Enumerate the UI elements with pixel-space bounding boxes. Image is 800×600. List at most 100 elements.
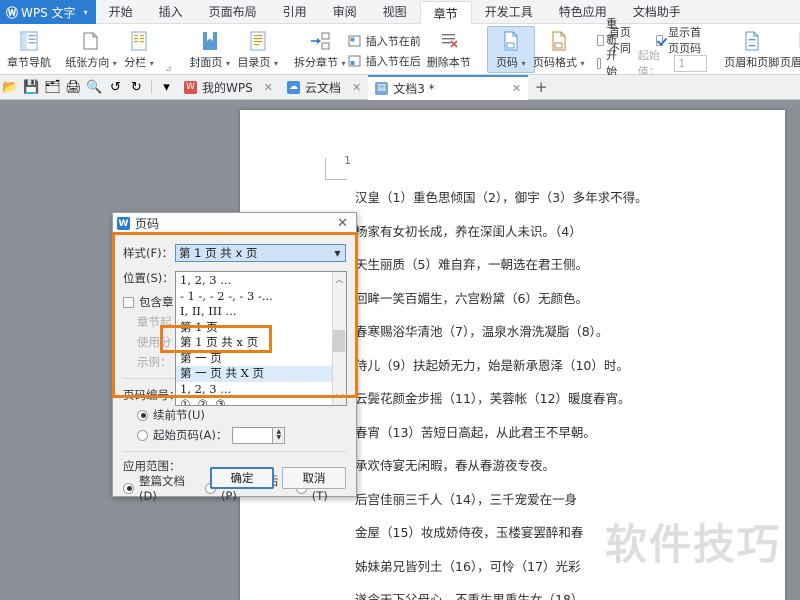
restart-numbering-checkbox[interactable]: 重新开始编号 xyxy=(593,17,628,110)
ribbon-tab-1[interactable]: 插入 xyxy=(146,0,196,24)
save-cloud-icon[interactable]: 🗂 xyxy=(42,75,63,100)
document-paragraph: 杨家有女初长成，养在深闺人未识。（4） xyxy=(355,223,582,239)
section-insert-column: 插入节在前 插入节在后 xyxy=(344,26,425,73)
scrollbar-thumb[interactable] xyxy=(333,330,345,352)
ribbon-tab-4[interactable]: 审阅 xyxy=(320,0,370,24)
chevron-down-icon[interactable]: ▾ xyxy=(521,59,525,68)
cover-page-button[interactable]: 封面页 ▾ xyxy=(186,26,234,73)
page-number-icon xyxy=(500,30,522,52)
start-page-radio[interactable]: 起始页码(A)： ▲ ▼ xyxy=(123,425,346,445)
ribbon-tab-2[interactable]: 页面布局 xyxy=(196,0,270,24)
chevron-down-icon[interactable]: ▾ xyxy=(580,59,584,68)
header-footer-button[interactable]: 页眉和页脚 xyxy=(724,26,779,73)
style-label: 样式(F)： xyxy=(123,246,174,260)
print-icon[interactable]: 🖨 xyxy=(63,75,84,100)
dropdown-option-1[interactable]: - 1 -, - 2 -, - 3 -... xyxy=(176,289,332,305)
scope-radio-0[interactable]: 整篇文档(D) xyxy=(123,474,196,503)
continue-previous-radio[interactable]: 续前节(U) xyxy=(123,405,346,425)
ok-button[interactable]: 确定 xyxy=(210,467,274,489)
save-icon[interactable]: 💾 xyxy=(21,75,42,100)
dropdown-option-8[interactable]: ①, ②, ③ ... xyxy=(176,397,332,405)
chevron-down-icon[interactable]: ▾ xyxy=(226,59,230,68)
document-paragraph: 侍儿（9）扶起娇无力，始是新承恩泽（10）时。 xyxy=(355,357,629,373)
document-paragraph: 承欢侍宴无闲暇，春从春游夜专夜。 xyxy=(355,458,556,473)
ribbon-tab-0[interactable]: 开始 xyxy=(96,0,146,24)
cancel-button[interactable]: 取消 xyxy=(282,467,346,489)
spinner-buttons-icon[interactable]: ▲ ▼ xyxy=(272,426,286,444)
dropdown-option-6[interactable]: 第 一 页 共 X 页 xyxy=(176,366,332,382)
delete-section-icon xyxy=(438,30,460,52)
document-paragraph: 遂令天下父母心，不重生男重生女（18） xyxy=(355,592,584,600)
scroll-up-icon[interactable]: ︿ xyxy=(333,272,346,286)
page-setup-dialog-launcher[interactable]: ⊿ xyxy=(165,64,172,73)
ribbon-tab-7[interactable]: 开发工具 xyxy=(472,0,546,24)
chevron-down-icon[interactable]: ▼ xyxy=(330,245,345,261)
document-body-text[interactable]: 汉皇（1）重色思倾国（2），御宇（3）多年求不得。 杨家有女初长成，养在深闺人未识… xyxy=(355,190,755,600)
chapter-navigation-button[interactable]: 章节导航 xyxy=(5,26,53,73)
checkbox-icon xyxy=(596,57,602,69)
insert-section-after-button[interactable]: 插入节在后 xyxy=(344,51,425,71)
checkbox-checked-icon xyxy=(655,34,664,46)
close-icon[interactable]: ✕ xyxy=(264,81,273,94)
ribbon-tab-9[interactable]: 文档助手 xyxy=(620,0,694,24)
cover-page-icon xyxy=(199,30,221,52)
toc-page-button[interactable]: 目录页 ▾ xyxy=(234,26,282,73)
scroll-down-icon[interactable]: ﹀ xyxy=(333,391,346,405)
close-icon[interactable]: ✕ xyxy=(333,216,352,231)
page-orientation-icon xyxy=(80,30,102,52)
chevron-down-icon[interactable]: ▾ xyxy=(274,59,278,68)
chevron-down-icon[interactable]: ▾ xyxy=(150,59,154,68)
position-label: 位置(S)： xyxy=(123,271,174,285)
style-dropdown-list[interactable]: 1, 2, 3 ... - 1 -, - 2 -, - 3 -... I, II, … xyxy=(175,271,347,406)
chevron-down-icon[interactable]: ▾ xyxy=(84,8,88,17)
ribbon-group-page-number: 页码 ▾ 页码格式 ▾ xyxy=(482,24,588,75)
ribbon-group-sections: 拆分章节 ▾ 插入节在前 插入节在后 删除本节 xyxy=(291,24,478,75)
ribbon-tab-6[interactable]: 章节 xyxy=(419,1,472,25)
dropdown-option-0[interactable]: 1, 2, 3 ... xyxy=(176,273,332,289)
dropdown-option-2[interactable]: I, II, III ... xyxy=(176,304,332,320)
start-page-stepper[interactable]: ▲ ▼ xyxy=(232,426,286,444)
page-number-format-button[interactable]: 页码格式 ▾ xyxy=(532,26,584,73)
close-icon[interactable]: ✕ xyxy=(512,82,521,95)
dialog-title-label: 页码 xyxy=(135,217,160,231)
spinner-down-icon[interactable]: ▼ xyxy=(277,435,282,441)
columns-button[interactable]: 分栏 ▾ xyxy=(115,26,163,73)
dropdown-option-4[interactable]: 第 1 页 共 x 页 xyxy=(176,335,332,351)
continue-previous-label: 续前节(U) xyxy=(153,408,205,422)
page-number-dialog[interactable]: W 页码 ✕ 样式(F)： 第 1 页 共 x 页 ▼ 位置(S)： 包含章 章… xyxy=(112,212,357,503)
style-combobox[interactable]: 第 1 页 共 x 页 ▼ xyxy=(175,244,346,262)
dialog-title-bar[interactable]: W 页码 ✕ xyxy=(113,213,356,235)
columns-icon xyxy=(128,30,150,52)
delete-section-button[interactable]: 删除本节 xyxy=(425,26,473,73)
ribbon-tab-3[interactable]: 引用 xyxy=(270,0,320,24)
insert-section-before-button[interactable]: 插入节在前 xyxy=(344,31,425,51)
dropdown-option-5[interactable]: 第 一 页 xyxy=(176,351,332,367)
quick-access-and-tabs-bar: 📂 💾 🗂 🖨 🔍 ↺ ↻ ▾ W 我的WPS ✕ ☁ 云文档 ✕ ▤ 文档3 * ✕ + xyxy=(0,74,800,100)
page-number-button[interactable]: 页码 ▾ xyxy=(486,26,535,73)
split-chapter-button[interactable]: 拆分章节 ▾ xyxy=(294,26,345,73)
dropdown-option-3[interactable]: 第 1 页 xyxy=(176,320,332,336)
print-preview-icon[interactable]: 🔍 xyxy=(84,75,105,100)
cover-page-label: 封面页 xyxy=(189,56,223,69)
close-icon[interactable]: ✕ xyxy=(352,81,361,94)
redo-icon[interactable]: ↻ xyxy=(126,75,147,100)
chapter-start-label: 章节起 xyxy=(137,315,172,329)
document-tab-1[interactable]: ☁ 云文档 ✕ xyxy=(280,75,368,100)
undo-icon[interactable]: ↺ xyxy=(105,75,126,100)
start-value-input[interactable]: 1 xyxy=(674,54,707,72)
dropdown-option-7[interactable]: 1, 2, 3 ... xyxy=(176,382,332,398)
start-page-input[interactable] xyxy=(232,426,273,444)
customize-icon[interactable]: ▾ xyxy=(156,75,177,100)
header-line-button[interactable]: 页眉横线 ▾ xyxy=(779,26,800,73)
document-tab-2[interactable]: ▤ 文档3 * ✕ xyxy=(368,74,529,100)
page-number-format-label: 页码格式 xyxy=(532,56,577,69)
document-tab-label: 文档3 * xyxy=(393,81,435,96)
document-tab-0[interactable]: W 我的WPS ✕ xyxy=(177,75,280,100)
cloud-doc-icon: ☁ xyxy=(286,80,300,94)
ribbon-tab-5[interactable]: 视图 xyxy=(370,0,420,24)
header-line-label: 页眉横线 xyxy=(779,56,800,69)
new-tab-button[interactable]: + xyxy=(528,75,554,100)
wps-logo[interactable]: Ⓦ WPS 文字 ▾ xyxy=(0,0,96,24)
open-icon[interactable]: 📂 xyxy=(0,75,21,100)
paper-orientation-button[interactable]: 纸张方向 ▾ xyxy=(65,26,117,73)
